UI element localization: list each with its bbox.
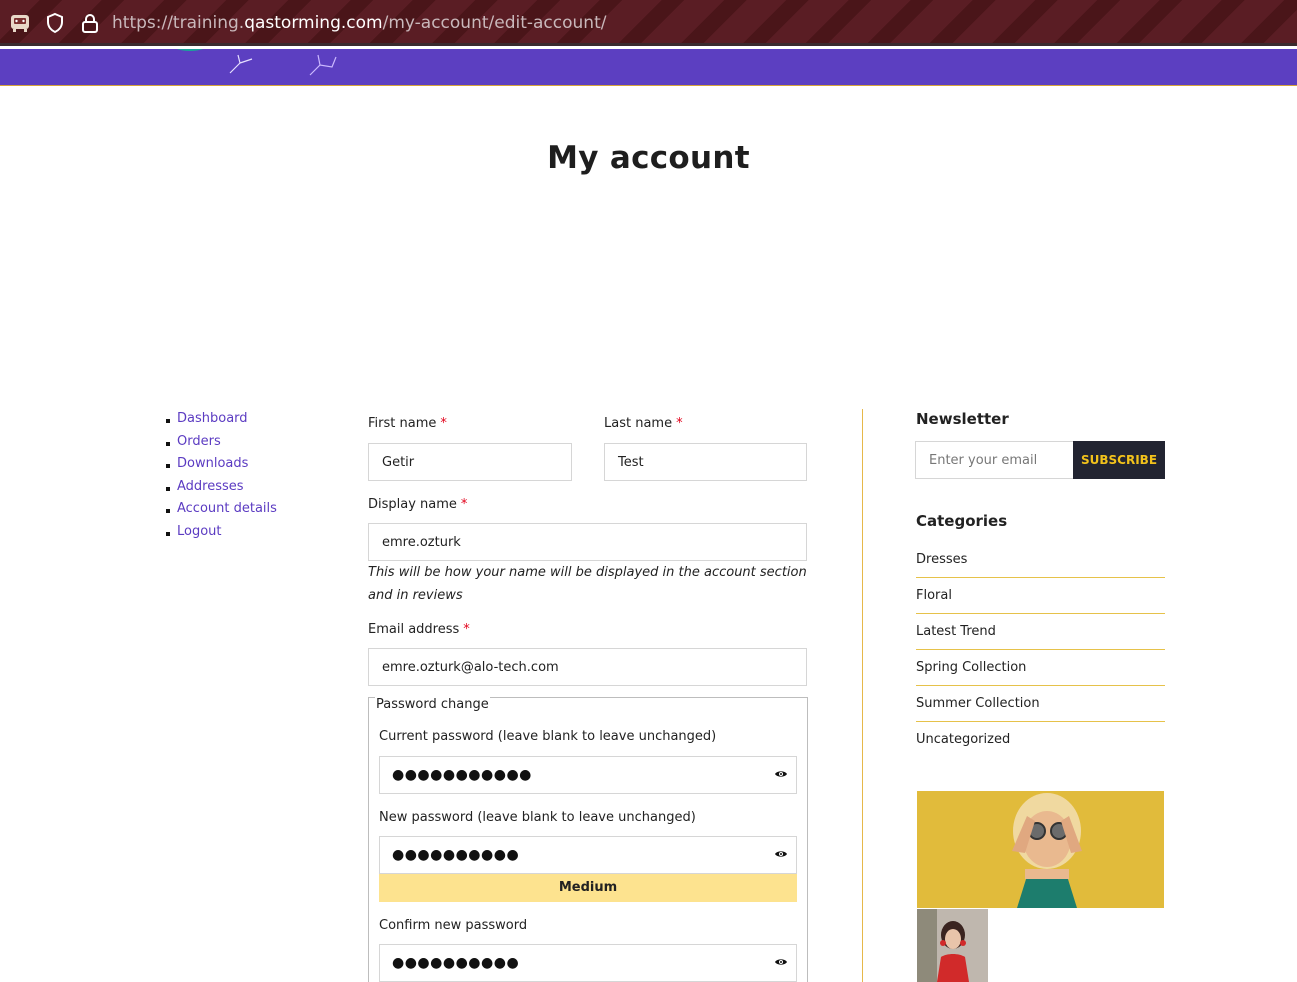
- tracking-shield-icon[interactable]: [43, 11, 67, 35]
- nav-item-addresses: Addresses: [166, 479, 277, 502]
- confirm-password-label: Confirm new password: [379, 918, 528, 933]
- browser-address-bar: https://training.qastorming.com/my-accou…: [0, 0, 1297, 46]
- categories-heading: Categories: [916, 512, 1008, 530]
- confirm-password-value: ●●●●●●●●●●: [392, 955, 520, 971]
- first-name-label-text: First name: [368, 416, 437, 431]
- category-item-dresses[interactable]: Dresses: [916, 542, 1165, 578]
- page-title: My account: [547, 140, 750, 176]
- nav-link-orders[interactable]: Orders: [177, 434, 221, 449]
- required-mark: *: [440, 416, 447, 431]
- nav-link-addresses[interactable]: Addresses: [177, 479, 244, 494]
- category-item-spring-collection[interactable]: Spring Collection: [916, 650, 1165, 686]
- new-password-label: New password (leave blank to leave uncha…: [379, 810, 696, 825]
- required-mark: *: [463, 622, 470, 637]
- category-item-uncategorized[interactable]: Uncategorized: [916, 722, 1165, 758]
- sidebar-divider: [862, 409, 863, 982]
- nav-link-dashboard[interactable]: Dashboard: [177, 411, 248, 426]
- promo-image-woman-red-dress[interactable]: [917, 909, 988, 982]
- nav-link-account-details[interactable]: Account details: [177, 501, 277, 516]
- nav-item-orders: Orders: [166, 434, 277, 457]
- promo-image-woman-sunglasses[interactable]: [917, 791, 1164, 908]
- url-prefix: https://training.: [112, 13, 245, 33]
- url-domain: qastorming.com: [244, 13, 383, 33]
- newsletter-heading: Newsletter: [916, 410, 1009, 428]
- display-name-hint: This will be how your name will be displ…: [368, 565, 807, 603]
- confirm-password-input[interactable]: ●●●●●●●●●●: [379, 944, 797, 982]
- password-strength-meter: Medium: [379, 874, 797, 902]
- container-tab-icon[interactable]: [8, 11, 32, 35]
- email-input[interactable]: emre.ozturk@alo-tech.com: [368, 648, 807, 686]
- required-mark: *: [676, 416, 683, 431]
- site-header: [0, 49, 1297, 86]
- current-password-input[interactable]: ●●●●●●●●●●●: [379, 756, 797, 794]
- nav-link-downloads[interactable]: Downloads: [177, 456, 248, 471]
- nav-item-logout: Logout: [166, 524, 277, 547]
- new-password-input[interactable]: ●●●●●●●●●●: [379, 836, 797, 874]
- nav-link-logout[interactable]: Logout: [177, 524, 222, 539]
- nav-item-dashboard: Dashboard: [166, 411, 277, 434]
- category-item-floral[interactable]: Floral: [916, 578, 1165, 614]
- display-name-label: Display name *: [368, 497, 467, 512]
- last-name-label-text: Last name: [604, 416, 673, 431]
- newsletter-email-input[interactable]: Enter your email: [915, 441, 1074, 479]
- url-path: /my-account/edit-account/: [382, 13, 607, 33]
- display-name-input[interactable]: emre.ozturk: [368, 523, 807, 561]
- email-label: Email address *: [368, 622, 470, 637]
- nav-item-account-details: Account details: [166, 501, 277, 524]
- lock-icon[interactable]: [78, 11, 102, 35]
- show-password-icon[interactable]: [774, 957, 788, 967]
- category-item-latest-trend[interactable]: Latest Trend: [916, 614, 1165, 650]
- category-item-summer-collection[interactable]: Summer Collection: [916, 686, 1165, 722]
- last-name-label: Last name *: [604, 416, 683, 431]
- current-password-label: Current password (leave blank to leave u…: [379, 729, 717, 744]
- nav-item-downloads: Downloads: [166, 456, 277, 479]
- show-password-icon[interactable]: [774, 849, 788, 859]
- current-password-value: ●●●●●●●●●●●: [392, 767, 532, 783]
- password-change-legend: Password change: [375, 697, 490, 712]
- categories-list: Dresses Floral Latest Trend Spring Colle…: [916, 542, 1165, 758]
- new-password-value: ●●●●●●●●●●: [392, 847, 520, 863]
- first-name-input[interactable]: Getir: [368, 443, 572, 481]
- url-field[interactable]: https://training.qastorming.com/my-accou…: [112, 13, 606, 33]
- account-navigation: Dashboard Orders Downloads Addresses Acc…: [166, 411, 277, 546]
- email-label-text: Email address: [368, 622, 460, 637]
- first-name-label: First name *: [368, 416, 447, 431]
- last-name-input[interactable]: Test: [604, 443, 807, 481]
- header-decoration-graphic: [176, 49, 337, 76]
- required-mark: *: [460, 497, 468, 512]
- subscribe-button[interactable]: SUBSCRIBE: [1073, 441, 1165, 479]
- show-password-icon[interactable]: [774, 769, 788, 779]
- display-name-label-text: Display name: [368, 497, 457, 512]
